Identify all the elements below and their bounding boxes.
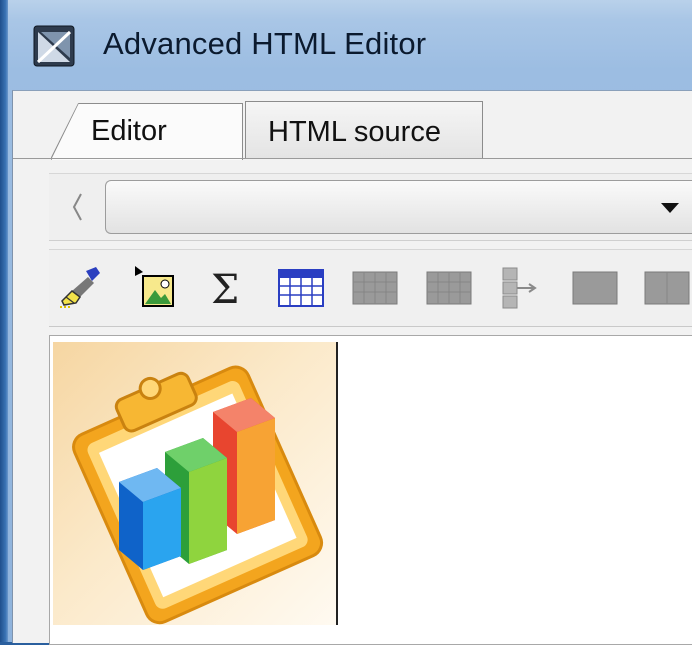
table-merge-button[interactable]: [641, 262, 692, 314]
tab-html-source[interactable]: HTML source: [245, 101, 483, 158]
sigma-icon: Σ: [211, 267, 239, 310]
window-frame: Advanced HTML Editor Editor HTML source: [0, 0, 692, 645]
toolbar-grip-icon[interactable]: [71, 192, 83, 222]
insert-table-icon: [278, 269, 324, 307]
paragraph-style-select[interactable]: [105, 180, 692, 234]
clipboard-bar-chart-image: [72, 365, 324, 625]
clipboard-chart-image[interactable]: [53, 342, 338, 625]
insert-image-icon: [135, 266, 174, 307]
insert-image-button[interactable]: [129, 262, 181, 314]
paint-brush-icon: [60, 267, 100, 308]
tab-baseline: [13, 158, 692, 159]
insert-table-button[interactable]: [275, 262, 327, 314]
table-cell-button[interactable]: [569, 262, 621, 314]
table-row-icon: [352, 271, 398, 305]
table-cell-icon: [572, 271, 618, 305]
tree-structure-icon: [502, 267, 537, 309]
editor-dialog-body: Editor HTML source Σ: [12, 90, 692, 645]
table-merge-icon: [644, 271, 690, 305]
window-title: Advanced HTML Editor: [103, 26, 427, 61]
structure-button[interactable]: [495, 262, 547, 314]
tab-strip: Editor HTML source: [13, 91, 692, 160]
chevron-down-icon[interactable]: [661, 203, 679, 213]
svg-text:Σ: Σ: [211, 267, 239, 310]
table-column-icon: [426, 271, 472, 305]
table-column-button[interactable]: [423, 262, 475, 314]
insert-formula-button[interactable]: Σ: [201, 262, 253, 314]
app-icon: [33, 25, 75, 67]
style-toolbar: [49, 173, 692, 241]
format-toolbar: Σ: [49, 249, 692, 327]
wysiwyg-editor-area[interactable]: [49, 335, 692, 645]
title-bar[interactable]: Advanced HTML Editor: [8, 0, 692, 90]
table-row-button[interactable]: [349, 262, 401, 314]
tab-html-source-label[interactable]: HTML source: [268, 116, 441, 149]
tab-editor-label[interactable]: Editor: [91, 115, 167, 148]
format-painter-button[interactable]: [55, 262, 107, 314]
